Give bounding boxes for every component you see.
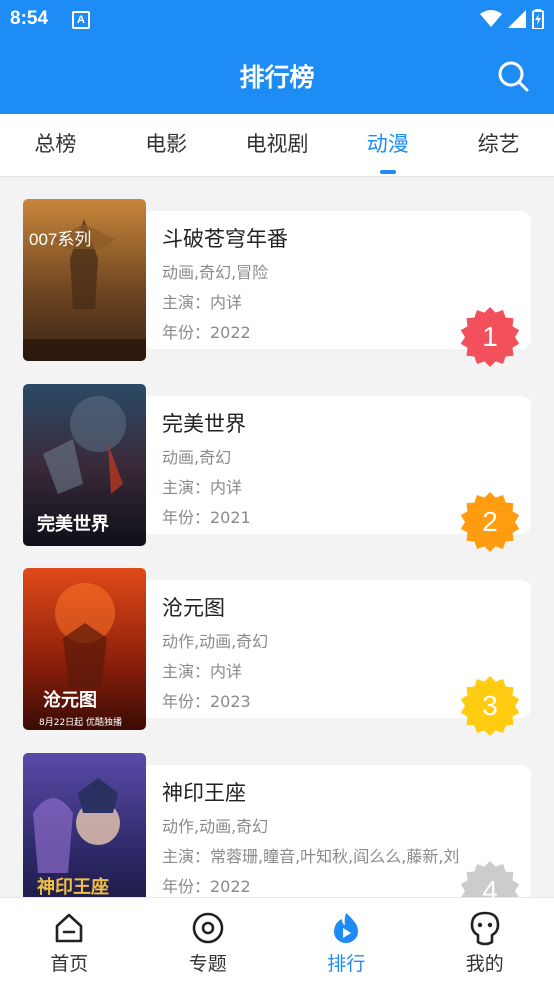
search-icon[interactable] [496, 59, 530, 93]
topic-icon [190, 910, 226, 946]
page-title: 排行榜 [0, 58, 554, 94]
app-bar: 排行榜 [0, 38, 554, 114]
rank-badge: 2 [458, 490, 522, 554]
rank-number: 1 [458, 305, 522, 369]
item-title: 沧元图 [162, 592, 225, 622]
tab-anime[interactable]: 动漫 [332, 114, 443, 176]
home-icon [51, 910, 87, 946]
tab-label: 电视剧 [245, 132, 308, 156]
wifi-icon [480, 10, 502, 28]
poster-subtext: 8月22日起 优酷独播 [39, 716, 122, 728]
nav-profile[interactable]: 我的 [416, 898, 554, 983]
status-bar: 8:54 A [0, 0, 554, 38]
signal-icon [508, 10, 526, 28]
nav-label: 首页 [0, 949, 139, 976]
rank-badge: 1 [458, 305, 522, 369]
item-title: 斗破苍穹年番 [162, 223, 288, 253]
item-title: 完美世界 [162, 408, 246, 438]
tab-tv-series[interactable]: 电视剧 [222, 114, 333, 176]
list-item[interactable]: 沧元图 8月22日起 优酷独播 沧元图 动作,动画,奇幻 主演：内详 年份：20… [0, 568, 554, 732]
item-year: 年份：2022 [162, 873, 251, 897]
category-tabs: 总榜 电影 电视剧 动漫 综艺 [0, 114, 554, 177]
list-item[interactable]: 007系列 斗破苍穹年番 动画,奇幻,冒险 主演：内详 年份：2022 1 [0, 199, 554, 363]
tab-indicator [380, 170, 396, 174]
notification-a-icon: A [72, 11, 90, 29]
poster-image: 007系列 [23, 199, 146, 361]
list-item[interactable]: 完美世界 完美世界 动画,奇幻 主演：内详 年份：2021 2 [0, 384, 554, 548]
nav-label: 排行 [277, 949, 416, 976]
poster-text: 完美世界 [37, 513, 109, 535]
item-genre: 动画,奇幻 [162, 444, 231, 468]
tab-movie[interactable]: 电影 [111, 114, 222, 176]
poster-text: 007系列 [29, 230, 91, 249]
poster-image: 神印王座 [23, 753, 146, 897]
tab-label: 综艺 [478, 132, 520, 156]
item-cast: 主演：常蓉珊,瞳音,叶知秋,阎么么,藤新,刘 [162, 843, 502, 867]
rank-number: 4 [458, 859, 522, 897]
tab-label: 动漫 [367, 132, 409, 156]
profile-icon [467, 910, 503, 946]
poster-image: 完美世界 [23, 384, 146, 546]
rank-number: 3 [458, 674, 522, 738]
item-cast: 主演：内详 [162, 289, 502, 313]
nav-label: 专题 [139, 949, 278, 976]
item-cast: 主演：内详 [162, 474, 502, 498]
item-genre: 动作,动画,奇幻 [162, 813, 268, 837]
bottom-nav: 首页 专题 排行 我的 [0, 897, 554, 983]
tab-variety[interactable]: 综艺 [443, 114, 554, 176]
poster-text: 神印王座 [37, 876, 109, 897]
ranking-icon [328, 910, 364, 946]
item-year: 年份：2021 [162, 504, 251, 528]
poster-text: 沧元图 [43, 689, 97, 711]
poster-image: 沧元图 8月22日起 优酷独播 [23, 568, 146, 730]
ranking-list: 007系列 斗破苍穹年番 动画,奇幻,冒险 主演：内详 年份：2022 1 完美… [0, 177, 554, 897]
item-year: 年份：2022 [162, 319, 251, 343]
item-genre: 动画,奇幻,冒险 [162, 259, 268, 283]
nav-ranking[interactable]: 排行 [277, 898, 416, 983]
rank-badge: 4 [458, 859, 522, 897]
item-genre: 动作,动画,奇幻 [162, 628, 268, 652]
battery-icon [532, 9, 544, 29]
tab-label: 总榜 [34, 132, 76, 156]
item-year: 年份：2023 [162, 688, 251, 712]
rank-badge: 3 [458, 674, 522, 738]
nav-topics[interactable]: 专题 [139, 898, 278, 983]
tab-label: 电影 [145, 132, 187, 156]
status-time: 8:54 [10, 8, 48, 30]
nav-home[interactable]: 首页 [0, 898, 139, 983]
status-icons [480, 9, 544, 29]
item-title: 神印王座 [162, 777, 246, 807]
tab-overall[interactable]: 总榜 [0, 114, 111, 176]
item-cast: 主演：内详 [162, 658, 502, 682]
list-item[interactable]: 神印王座 神印王座 动作,动画,奇幻 主演：常蓉珊,瞳音,叶知秋,阎么么,藤新,… [0, 753, 554, 897]
nav-label: 我的 [416, 949, 554, 976]
rank-number: 2 [458, 490, 522, 554]
